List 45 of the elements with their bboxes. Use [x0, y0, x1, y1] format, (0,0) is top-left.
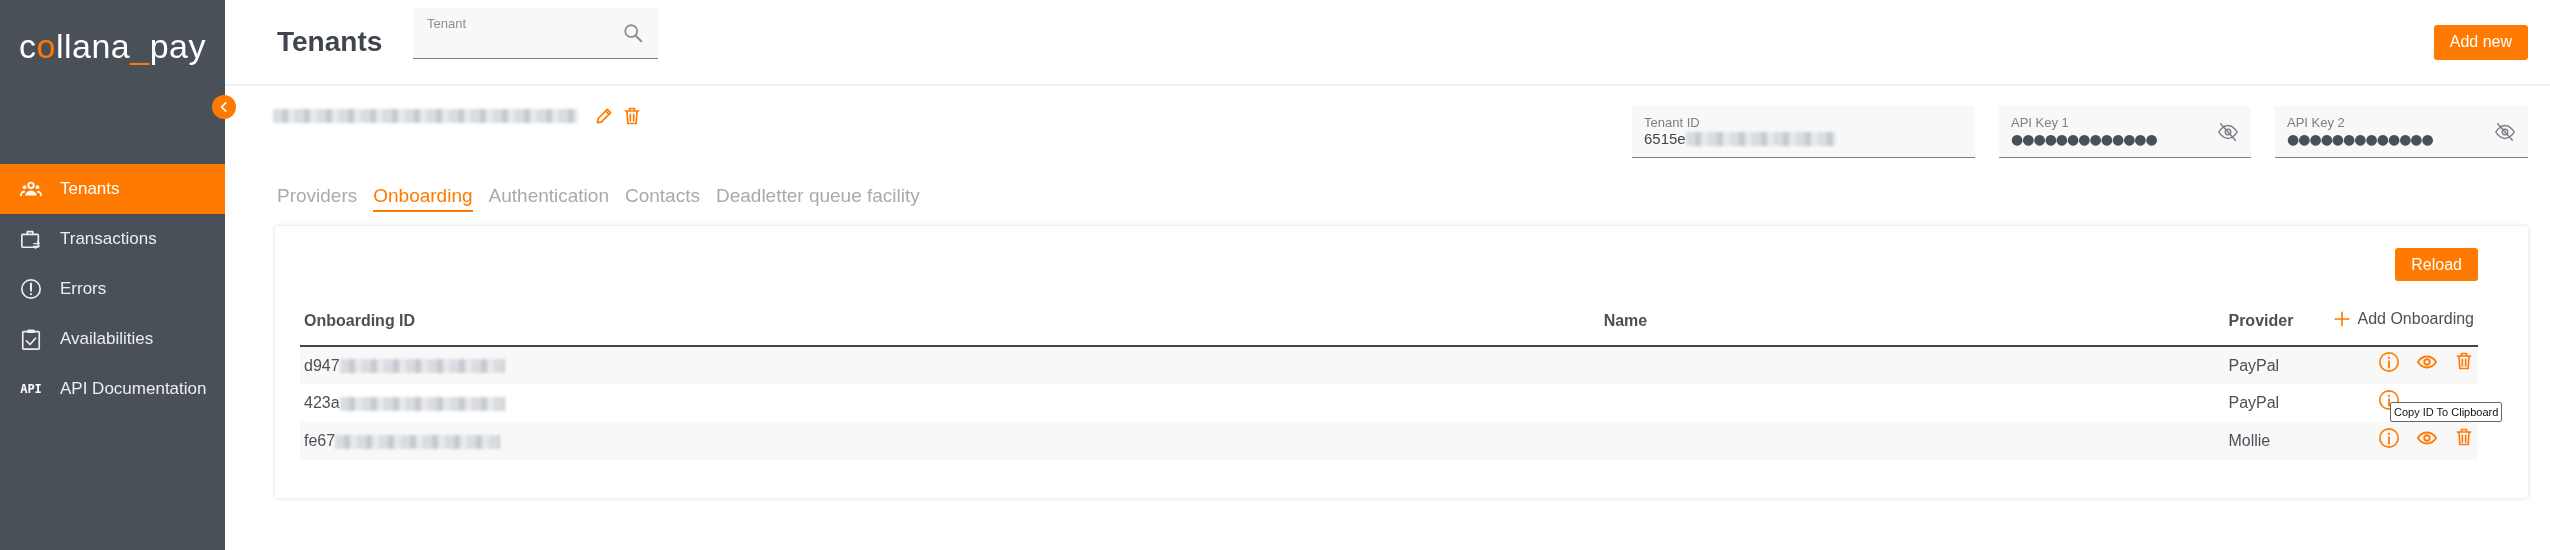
- field-value: ●●●●●●●●●●●●●: [2011, 130, 2157, 148]
- eye-slash-icon: [2494, 120, 2516, 143]
- trash-icon: [622, 106, 642, 126]
- input-field[interactable]: Tenant ID 6515e: [1632, 106, 1975, 158]
- sidebar-item[interactable]: Availabilities: [0, 314, 225, 364]
- add-onboarding-button[interactable]: Add Onboarding: [2333, 307, 2474, 331]
- pencil-icon: [594, 106, 614, 126]
- table-cell: PayPal: [2228, 394, 2280, 411]
- trash-icon: [2454, 426, 2474, 447]
- id-text: d947: [304, 356, 340, 374]
- table-cell: Mollie: [2228, 432, 2271, 449]
- sidebar-item[interactable]: Transactions: [0, 214, 225, 264]
- id-text: 423a: [304, 394, 340, 411]
- field-value: 6515e: [1644, 130, 1686, 149]
- visibility-toggle[interactable]: [2494, 120, 2516, 143]
- tooltip: Copy ID To Clipboard: [2390, 401, 2503, 422]
- table-cell: PayPal: [2228, 356, 2280, 374]
- info-icon: [2378, 351, 2400, 373]
- input-field[interactable]: API Key 2 ●●●●●●●●●●●●●: [2275, 106, 2528, 158]
- exclamation-icon: [20, 278, 42, 300]
- plus-icon: [2333, 310, 2352, 328]
- field-label: API Key 2: [2287, 115, 2346, 131]
- field-label: Tenant ID: [1644, 114, 1701, 131]
- info-button[interactable]: [2378, 351, 2400, 373]
- id-text: fe67: [304, 432, 336, 449]
- edit-button[interactable]: [594, 106, 614, 126]
- field-label: API Key 1: [2011, 115, 2070, 131]
- search-field[interactable]: Tenant: [413, 7, 658, 59]
- search-icon: [622, 21, 644, 44]
- page-title: Tenants: [277, 25, 384, 59]
- logo: collana_pay: [19, 26, 206, 67]
- visibility-toggle[interactable]: [2217, 120, 2239, 143]
- sidebar-item[interactable]: API API Documentation: [0, 364, 225, 414]
- api-icon: API: [20, 380, 42, 398]
- info-icon: [2378, 426, 2400, 449]
- trash-icon: [2454, 351, 2474, 371]
- collapse-button[interactable]: [212, 95, 236, 119]
- delete-button[interactable]: [622, 106, 642, 126]
- clipboard-check-icon: [20, 328, 42, 350]
- briefcase-icon: [20, 228, 42, 250]
- eye-slash-icon: [2217, 120, 2239, 143]
- input-field[interactable]: API Key 1 ●●●●●●●●●●●●●: [1999, 106, 2251, 158]
- field-value: ●●●●●●●●●●●●●: [2287, 130, 2433, 148]
- sidebar-item[interactable]: Errors: [0, 264, 225, 314]
- info-button[interactable]: [2378, 426, 2400, 449]
